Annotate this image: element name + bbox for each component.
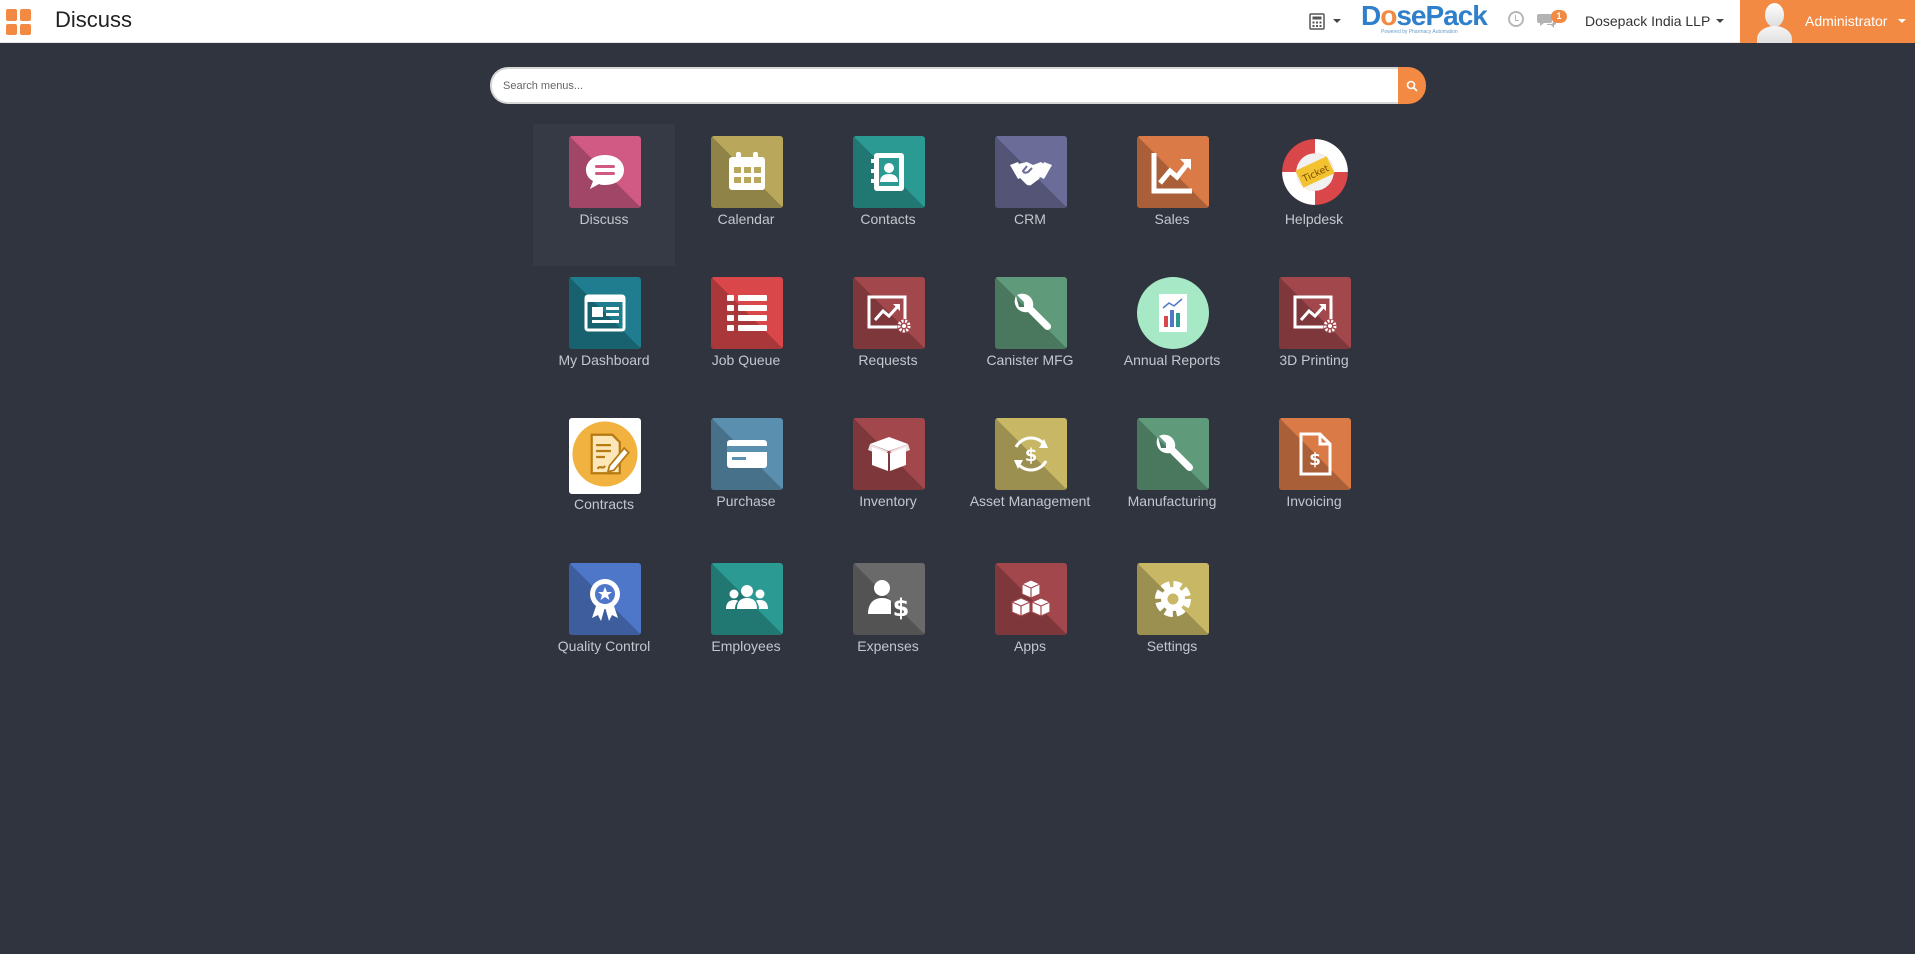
chevron-down-icon	[1333, 19, 1341, 23]
company-switcher[interactable]: Dosepack India LLP	[1585, 11, 1725, 31]
app-label: 3D Printing	[1279, 352, 1349, 368]
app-label: Discuss	[579, 211, 629, 227]
app-helpdesk[interactable]: Ticket Helpdesk	[1243, 124, 1385, 266]
app-invoicing[interactable]: $ Invoicing	[1243, 406, 1385, 548]
app-annual-reports[interactable]: Annual Reports	[1101, 265, 1243, 407]
award-ribbon-icon	[569, 563, 641, 635]
app-crm[interactable]: CRM	[959, 124, 1101, 266]
search-input[interactable]	[490, 67, 1398, 104]
svg-text:$: $	[893, 594, 910, 622]
app-calendar[interactable]: Calendar	[675, 124, 817, 266]
top-navbar: Discuss DosePack Powered by Pharmacy Aut…	[0, 0, 1915, 43]
svg-text:$: $	[1025, 445, 1038, 466]
report-chart-icon	[1137, 277, 1209, 349]
calculator-icon	[1309, 13, 1325, 30]
app-label: Annual Reports	[1123, 352, 1221, 368]
app-label: My Dashboard	[558, 352, 650, 368]
app-quality-control[interactable]: Quality Control	[533, 551, 675, 693]
user-menu[interactable]: Administrator	[1740, 0, 1915, 43]
app-label: Purchase	[716, 493, 776, 509]
app-purchase[interactable]: Purchase	[675, 406, 817, 548]
app-discuss[interactable]: Discuss	[533, 124, 675, 266]
chevron-down-icon	[1716, 19, 1725, 23]
company-logo: DosePack Powered by Pharmacy Automation	[1360, 0, 1490, 40]
app-asset-management[interactable]: $ Asset Management	[959, 406, 1101, 548]
app-expenses[interactable]: $ Expenses	[817, 551, 959, 693]
app-label: Invoicing	[1286, 493, 1342, 509]
user-dollar-icon: $	[853, 563, 925, 635]
app-label: Asset Management	[969, 493, 1091, 509]
box-icon	[853, 418, 925, 490]
invoice-dollar-icon: $	[1279, 418, 1351, 490]
chart-gear-icon	[853, 277, 925, 349]
messages-button[interactable]: 1	[1537, 10, 1573, 32]
app-label: Sales	[1154, 211, 1190, 227]
svg-text:$: $	[1309, 450, 1321, 470]
page-title: Discuss	[55, 7, 133, 32]
chat-bubble-icon	[569, 136, 641, 208]
app-label: Contacts	[860, 211, 916, 227]
app-settings[interactable]: Settings	[1101, 551, 1243, 693]
wrench-icon	[1137, 418, 1209, 490]
address-book-icon	[853, 136, 925, 208]
menu-search	[490, 67, 1426, 104]
app-inventory[interactable]: Inventory	[817, 406, 959, 548]
app-label: Manufacturing	[1127, 493, 1217, 509]
app-employees[interactable]: Employees	[675, 551, 817, 693]
contract-sign-icon	[569, 418, 641, 494]
app-label: Requests	[858, 352, 918, 368]
company-name: Dosepack India LLP	[1585, 13, 1711, 29]
app-sales[interactable]: Sales	[1101, 124, 1243, 266]
app-label: Contracts	[574, 496, 634, 512]
app-apps[interactable]: Apps	[959, 551, 1101, 693]
app-label: Job Queue	[711, 352, 781, 368]
wrench-icon	[995, 277, 1067, 349]
app-label: Settings	[1146, 638, 1198, 654]
app-label: Employees	[711, 638, 781, 654]
app-label: Quality Control	[557, 638, 651, 654]
app-label: Apps	[1014, 638, 1046, 654]
app-3d-printing[interactable]: 3D Printing	[1243, 265, 1385, 407]
list-icon	[711, 277, 783, 349]
logo-tagline: Powered by Pharmacy Automation	[1381, 29, 1458, 35]
gear-icon	[1137, 563, 1209, 635]
app-contracts[interactable]: Contracts	[533, 406, 675, 548]
app-label: Helpdesk	[1284, 211, 1344, 227]
lifebuoy-ticket-icon: Ticket	[1279, 136, 1351, 208]
app-label: Canister MFG	[986, 352, 1074, 368]
app-menu-grid-icon[interactable]	[6, 9, 32, 35]
credit-card-icon	[711, 418, 783, 490]
app-my-dashboard[interactable]: My Dashboard	[533, 265, 675, 407]
app-manufacturing[interactable]: Manufacturing	[1101, 406, 1243, 548]
avatar	[1755, 0, 1793, 43]
app-label: CRM	[1014, 211, 1046, 227]
search-button[interactable]	[1398, 67, 1426, 104]
search-icon	[1406, 80, 1418, 92]
logo-wordmark: DosePack	[1361, 0, 1488, 31]
app-contacts[interactable]: Contacts	[817, 124, 959, 266]
users-group-icon	[711, 563, 783, 635]
calculator-menu-button[interactable]	[1309, 12, 1341, 32]
message-count-badge: 1	[1551, 10, 1567, 23]
trending-chart-icon	[1137, 136, 1209, 208]
app-label: Expenses	[857, 638, 919, 654]
chevron-down-icon	[1898, 19, 1906, 23]
app-label: Calendar	[717, 211, 775, 227]
app-canister-mfg[interactable]: Canister MFG	[959, 265, 1101, 407]
user-name: Administrator	[1805, 13, 1888, 29]
activity-clock-icon[interactable]	[1508, 11, 1524, 27]
dollar-cycle-icon: $	[995, 418, 1067, 490]
chart-gear-icon	[1279, 277, 1351, 349]
dashboard-window-icon	[569, 277, 641, 349]
handshake-icon	[995, 136, 1067, 208]
cubes-icon	[995, 563, 1067, 635]
app-label: Inventory	[859, 493, 917, 509]
app-job-queue[interactable]: Job Queue	[675, 265, 817, 407]
calendar-icon	[711, 136, 783, 208]
app-requests[interactable]: Requests	[817, 265, 959, 407]
